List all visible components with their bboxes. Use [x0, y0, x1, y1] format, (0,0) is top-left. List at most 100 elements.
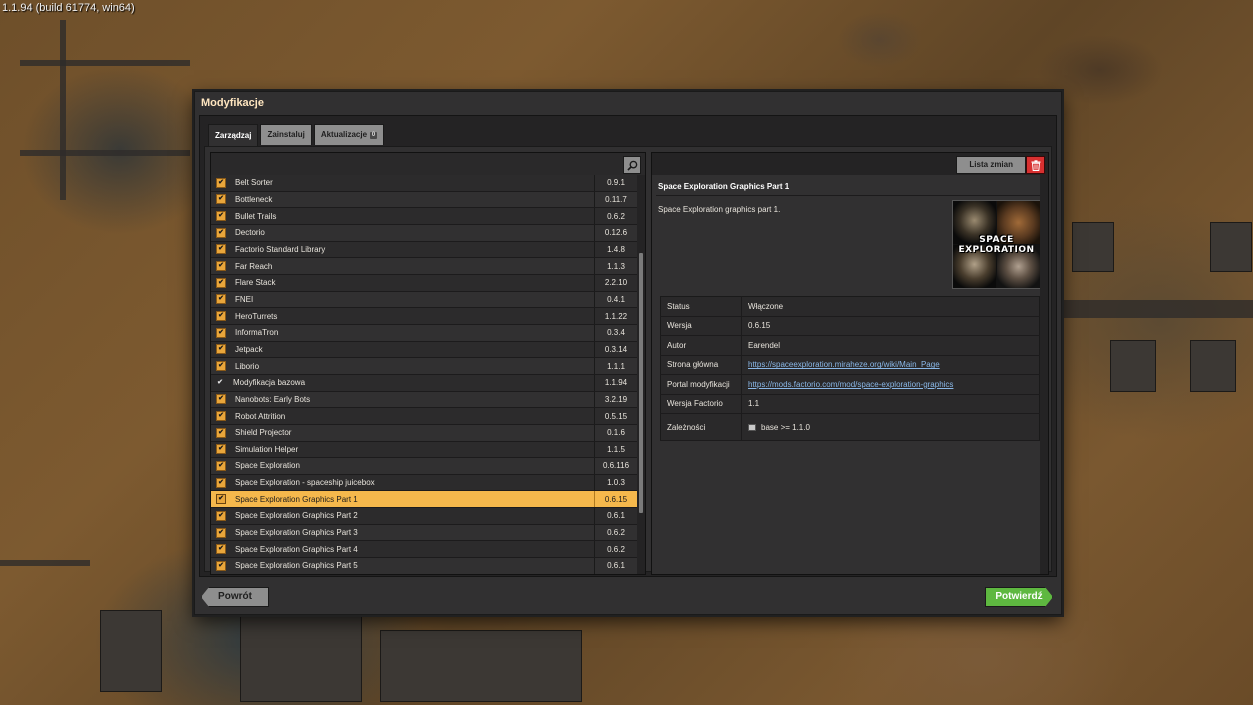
tab-updates[interactable]: Aktualizacje 0	[313, 124, 385, 145]
tab-manage[interactable]: Zarządzaj	[208, 124, 259, 147]
delete-mod-button[interactable]	[1026, 156, 1045, 174]
checkmark-icon: ✔	[218, 245, 224, 253]
info-value: https://mods.factorio.com/mod/space-expl…	[741, 374, 1040, 395]
dependency-text: base >= 1.1.0	[761, 422, 810, 432]
mod-version: 2.2.10	[594, 274, 637, 291]
mod-list-row[interactable]: ✔ Simulation Helper 1.1.5	[211, 441, 637, 459]
mod-enabled-checkbox[interactable]: ✔	[216, 227, 226, 238]
detail-scrollbar[interactable]	[1040, 175, 1048, 574]
mod-portal-link[interactable]: https://mods.factorio.com/mod/space-expl…	[748, 380, 953, 389]
background-belt	[60, 20, 66, 200]
mod-version: 0.4.1	[594, 291, 637, 308]
mod-detail-panel: Lista zmian Space Exploration Graphics P…	[651, 152, 1049, 575]
mod-list-row[interactable]: ✔ Belt Sorter 0.9.1	[211, 175, 637, 192]
checkmark-icon: ✔	[218, 278, 224, 286]
mod-enabled-checkbox[interactable]: ✔	[216, 527, 226, 538]
mod-enabled-checkbox[interactable]: ✔	[216, 277, 226, 288]
mod-list-row[interactable]: ✔ HeroTurrets 1.1.22	[211, 308, 637, 325]
mod-list-row[interactable]: ✔ FNEI 0.4.1	[211, 291, 637, 309]
mod-enabled-checkbox[interactable]: ✔	[216, 427, 226, 438]
mod-version: 3.2.19	[594, 391, 637, 408]
mod-enabled-checkbox[interactable]: ✔	[216, 311, 226, 322]
mod-enabled-checkbox[interactable]: ✔	[216, 394, 226, 405]
background-building	[1110, 340, 1156, 392]
changelog-button[interactable]: Lista zmian	[956, 156, 1026, 174]
mod-name: HeroTurrets	[235, 311, 278, 321]
mod-list-row[interactable]: ✔ Robot Attrition 0.5.15	[211, 408, 637, 425]
mod-list-row[interactable]: ✔ Liborio 1.1.1	[211, 358, 637, 375]
mod-list-row[interactable]: ✔ Dectorio 0.12.6	[211, 224, 637, 242]
info-row-version: Wersja 0.6.15	[660, 316, 1040, 336]
mod-enabled-checkbox[interactable]: ✔	[216, 460, 226, 471]
mod-enabled-checkbox[interactable]: ✔	[216, 544, 226, 555]
mod-enabled-checkbox[interactable]: ✔	[216, 211, 226, 222]
mod-enabled-checkbox[interactable]: ✔	[216, 244, 226, 255]
mod-version: 1.0.3	[594, 474, 637, 491]
mod-enabled-checkbox[interactable]: ✔	[216, 294, 226, 305]
mod-enabled-checkbox[interactable]: ✔	[216, 361, 226, 372]
info-value: base >= 1.1.0	[741, 413, 1040, 441]
mod-list-row[interactable]: ✔ Factorio Standard Library 1.4.8	[211, 241, 637, 259]
back-button[interactable]: Powrót	[201, 587, 269, 607]
mod-list-row[interactable]: ✔ Space Exploration Graphics Part 5 0.6.1	[211, 558, 637, 574]
checkmark-icon: ✔	[218, 295, 224, 303]
info-row-mod-portal: Portal modyfikacji https://mods.factorio…	[660, 374, 1040, 395]
mod-list-row[interactable]: ✔ Space Exploration 0.6.116	[211, 458, 637, 475]
info-row-author: Autor Earendel	[660, 335, 1040, 356]
mod-list: ✔ Belt Sorter 0.9.1 ✔ Bottleneck 0.11.7 ✔ Bulle…	[211, 175, 637, 574]
search-button[interactable]	[623, 156, 641, 174]
tab-install[interactable]: Zainstaluj	[260, 124, 312, 145]
mod-enabled-checkbox[interactable]: ✔	[216, 560, 226, 571]
mod-enabled-checkbox[interactable]: ✔	[216, 411, 226, 422]
mod-list-row[interactable]: ✔ Far Reach 1.1.3	[211, 258, 637, 275]
mod-enabled-checkbox[interactable]: ✔	[216, 444, 226, 455]
mod-list-row[interactable]: ✔ InformaTron 0.3.4	[211, 324, 637, 342]
background-building	[1210, 222, 1252, 272]
mod-list-scrollbar[interactable]	[637, 175, 645, 574]
info-value: 0.6.15	[741, 316, 1040, 336]
mod-enabled-checkbox[interactable]: ✔	[216, 261, 226, 272]
mod-enabled-checkbox[interactable]: ✔	[216, 327, 226, 338]
homepage-link[interactable]: https://spaceexploration.miraheze.org/wi…	[748, 360, 940, 369]
mod-name: Belt Sorter	[235, 178, 273, 188]
mod-enabled-checkbox[interactable]: ✔	[216, 194, 226, 205]
info-row-factorio-version: Wersja Factorio 1.1	[660, 394, 1040, 414]
mod-enabled-checkbox[interactable]: ✔	[216, 477, 226, 488]
info-key: Status	[660, 296, 742, 317]
mod-list-row[interactable]: ✔ Bottleneck 0.11.7	[211, 191, 637, 209]
info-key: Wersja	[660, 316, 742, 336]
mod-name: Modyfikacja bazowa	[233, 378, 306, 388]
dependency-icon	[748, 423, 756, 431]
updates-count-badge: 0	[370, 131, 378, 139]
thumbnail-logo-text: EXPLORATION	[958, 245, 1035, 255]
info-value: Earendel	[741, 335, 1040, 356]
mod-list-scroll-thumb[interactable]	[639, 253, 643, 513]
mod-list-row[interactable]: ✔ Space Exploration Graphics Part 2 0.6.1	[211, 508, 637, 525]
mod-list-row[interactable]: ✔ Modyfikacja bazowa 1.1.94	[211, 374, 637, 392]
mod-name: Robot Attrition	[235, 411, 286, 421]
mod-list-row[interactable]: ✔ Jetpack 0.3.14	[211, 341, 637, 359]
mod-enabled-checkbox[interactable]: ✔	[216, 344, 226, 355]
mod-list-row[interactable]: ✔ Nanobots: Early Bots 3.2.19	[211, 391, 637, 409]
mod-list-row[interactable]: ✔ Space Exploration Graphics Part 1 0.6.15	[211, 491, 637, 509]
mod-list-row[interactable]: ✔ Space Exploration Graphics Part 4 0.6.2	[211, 541, 637, 559]
mod-version: 0.6.116	[594, 458, 637, 474]
info-key: Autor	[660, 335, 742, 356]
mod-list-row[interactable]: ✔ Space Exploration Graphics Part 3 0.6.2	[211, 524, 637, 542]
mod-enabled-checkbox[interactable]: ✔	[216, 510, 226, 521]
info-key: Zależności	[660, 413, 742, 441]
mod-enabled-checkbox[interactable]: ✔	[216, 177, 226, 188]
mod-thumbnail: SPACE EXPLORATION	[952, 200, 1041, 289]
mod-list-row[interactable]: ✔ Shield Projector 0.1.6	[211, 424, 637, 442]
mod-list-row[interactable]: ✔ Bullet Trails 0.6.2	[211, 208, 637, 225]
mod-enabled-checkbox[interactable]: ✔	[216, 494, 226, 505]
info-row-homepage: Strona główna https://spaceexploration.m…	[660, 355, 1040, 375]
background-belt	[1062, 300, 1253, 318]
mod-list-row[interactable]: ✔ Flare Stack 2.2.10	[211, 274, 637, 292]
background-belt	[0, 560, 90, 566]
mod-list-row[interactable]: ✔ Space Exploration - spaceship juicebox 1…	[211, 474, 637, 492]
checkmark-icon: ✔	[218, 528, 224, 536]
checkmark-icon: ✔	[218, 395, 224, 403]
confirm-button[interactable]: Potwierdź	[985, 587, 1053, 607]
mod-version: 0.6.2	[594, 541, 637, 558]
